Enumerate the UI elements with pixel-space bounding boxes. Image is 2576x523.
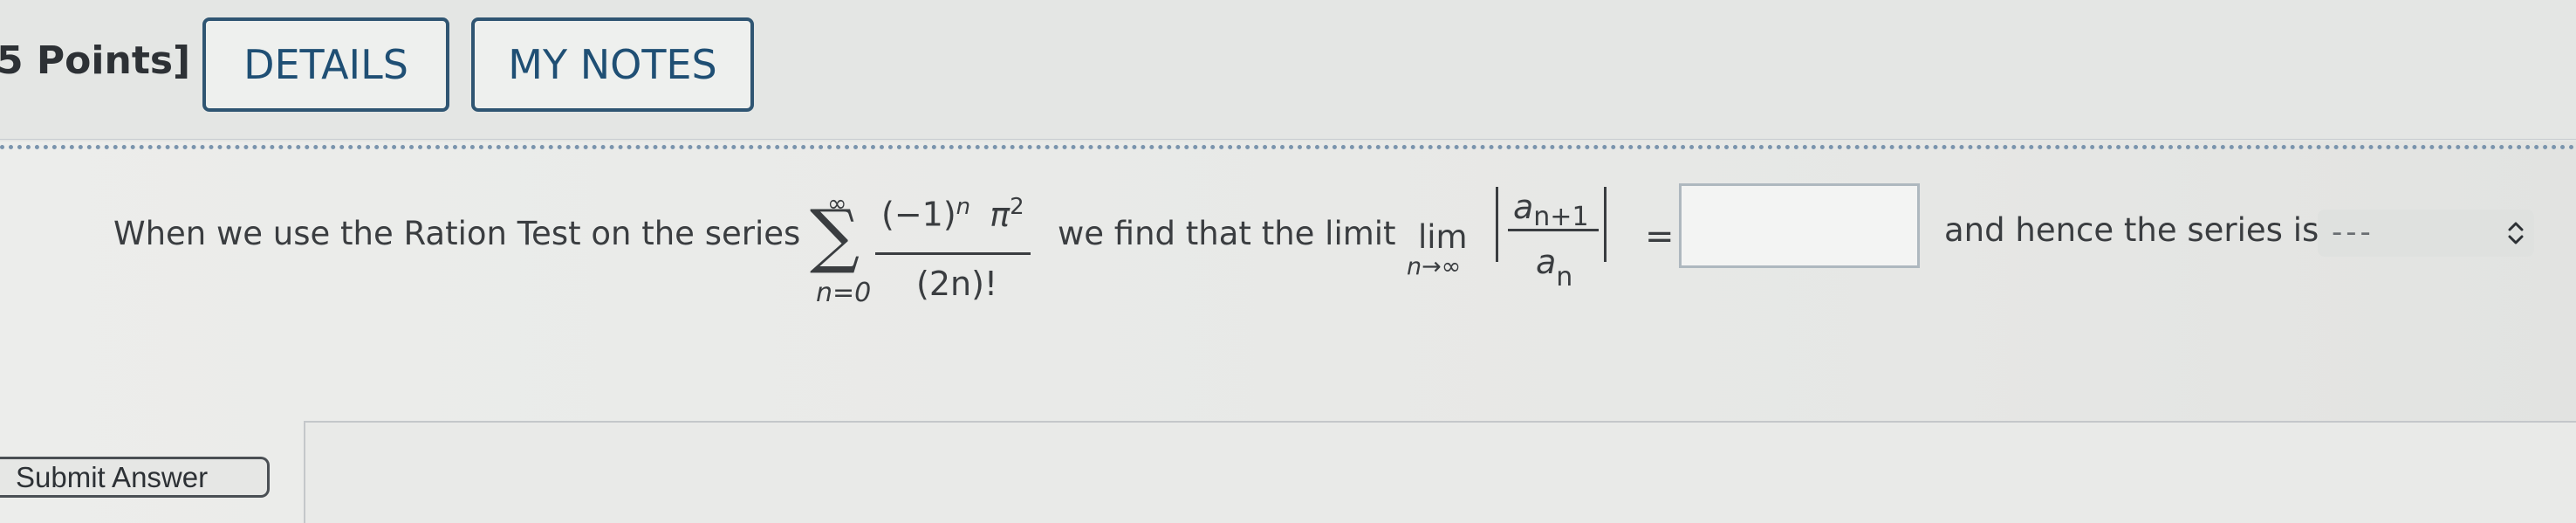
ratio-numerator: an+1 [1513, 188, 1589, 232]
term-numerator-exponent-text: n [956, 194, 971, 220]
question-mid-text: we find that the limit [1058, 215, 1396, 252]
absolute-bar-right [1604, 187, 1607, 262]
term-pi: π [990, 195, 1011, 234]
up-down-chevron-icon [2508, 222, 2524, 244]
question-intro-text: When we use the Ration Test on the serie… [113, 215, 801, 252]
summation-upper-limit: ∞ [827, 190, 847, 217]
dotted-separator [0, 145, 2576, 149]
header-divider [0, 139, 2576, 140]
summation-lower-limit: n=0 [816, 278, 871, 308]
ratio-fraction-bar [1508, 229, 1599, 231]
select-current-value: --- [2332, 215, 2374, 250]
ratio-denominator-var: a [1536, 243, 1557, 281]
limit-answer-input[interactable] [1679, 183, 1920, 268]
ratio-numerator-subscript: n+1 [1533, 202, 1589, 232]
details-button[interactable]: DETAILS [202, 17, 449, 112]
term-fraction-bar [875, 252, 1031, 255]
term-pi-exponent: 2 [1010, 194, 1024, 220]
series-type-select[interactable]: --- [2318, 210, 2534, 257]
term-numerator-base: (−1) [881, 195, 956, 234]
question-after-text: and hence the series is [1944, 211, 2319, 249]
my-notes-button[interactable]: MY NOTES [471, 17, 754, 112]
summation-lower-limit-text: n=0 [816, 278, 872, 308]
ratio-denominator: an [1536, 243, 1572, 292]
ratio-denominator-subscript: n [1556, 262, 1573, 292]
term-numerator-exponent: n [956, 194, 970, 220]
equals-sign: = [1645, 217, 1675, 257]
points-label: 5 Points] [0, 38, 191, 83]
submit-answer-button[interactable]: Submit Answer [0, 457, 270, 498]
absolute-bar-left [1496, 187, 1498, 262]
limit-subscript: n→∞ [1407, 253, 1462, 280]
answer-feedback-area [304, 421, 2576, 523]
limit-word: lim [1418, 218, 1468, 256]
term-denominator: (2n)! [916, 265, 998, 303]
ratio-numerator-var: a [1513, 188, 1534, 226]
term-numerator: (−1)n π2 [881, 194, 1024, 234]
